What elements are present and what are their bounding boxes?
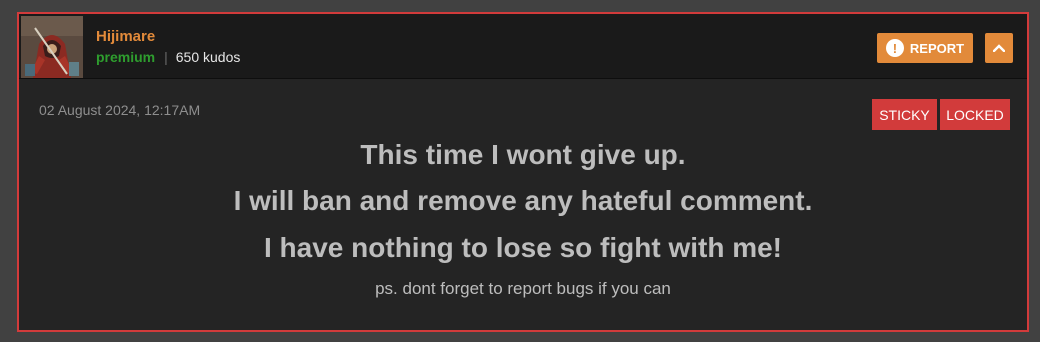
meta-separator: | — [164, 49, 168, 65]
collapse-button[interactable] — [985, 33, 1013, 63]
exclamation-circle-icon: ! — [885, 39, 904, 57]
author-meta: premium | 650 kudos — [96, 49, 240, 65]
post-body-line: I have nothing to lose so fight with me! — [264, 232, 782, 263]
forum-post: Hijimare premium | 650 kudos ! REPORT 02… — [17, 12, 1029, 332]
avatar-image — [21, 16, 83, 78]
author-name[interactable]: Hijimare — [96, 28, 155, 45]
sticky-badge: STICKY — [872, 99, 937, 130]
post-header: Hijimare premium | 650 kudos ! REPORT — [19, 14, 1027, 79]
post-body-line: This time I wont give up. — [360, 139, 686, 170]
author-kudos: 650 kudos — [175, 49, 241, 65]
post-body-line: I will ban and remove any hateful commen… — [233, 185, 813, 216]
avatar[interactable] — [21, 16, 83, 78]
locked-badge: LOCKED — [940, 99, 1010, 130]
chevron-up-icon — [993, 44, 1005, 52]
post-date: 02 August 2024, 12:17AM — [39, 102, 201, 118]
post-ps-note: ps. dont forget to report bugs if you ca… — [375, 279, 671, 298]
report-label: REPORT — [909, 40, 965, 56]
author-rank: premium — [96, 49, 156, 65]
report-button[interactable]: ! REPORT — [877, 33, 973, 63]
